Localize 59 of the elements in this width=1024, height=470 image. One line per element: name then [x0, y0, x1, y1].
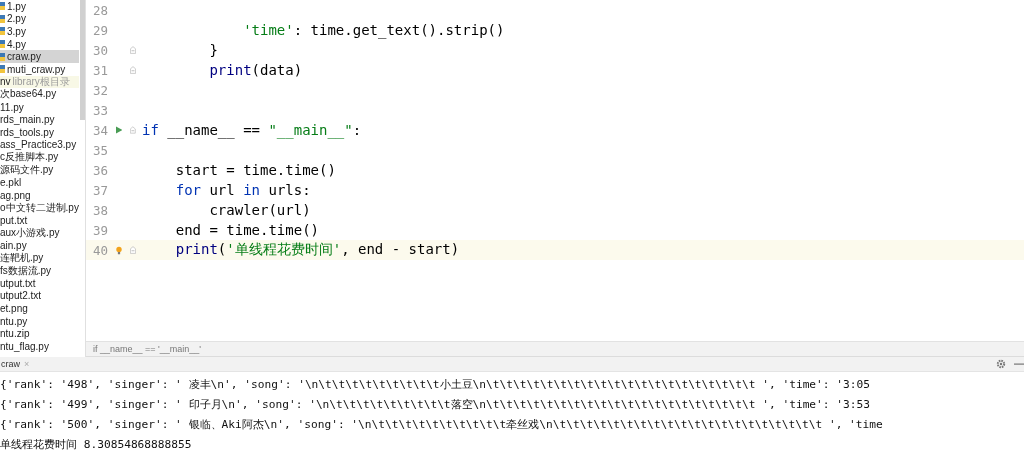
code-line: start = time.time()	[174, 162, 337, 178]
line-number: 33	[91, 102, 108, 118]
file-item[interactable]: ass_Practice3.py	[0, 138, 79, 152]
line-number: 35	[91, 142, 108, 158]
file-item[interactable]: et.png	[0, 302, 79, 315]
code-line: crawler(url)	[208, 202, 312, 218]
file-item[interactable]: e.pkl	[0, 176, 79, 189]
file-item[interactable]: 源码文件.py	[0, 163, 79, 177]
console-output-line: {'rank': '499', 'singer': ' 印子月\n', 'song': '\n\t\t\t\t\t\t\t\t\t落空\n\t\t\t\t\t\t\t\t\t\t\t\t\t\t\t\t\t\t\t\t ', 'time': '3:53	[0, 397, 871, 413]
line-number: 34	[91, 122, 108, 138]
file-item[interactable]: 连靶机.py	[0, 251, 79, 265]
line-number: 37	[91, 182, 108, 198]
line-number: 31	[91, 62, 108, 78]
file-item[interactable]: ntu.zip	[0, 327, 79, 341]
file-item[interactable]: utput.txt	[0, 277, 79, 290]
file-item[interactable]: c反推脚本.py	[0, 151, 79, 164]
file-item[interactable]: rds_main.py	[0, 113, 79, 126]
file-item[interactable]: ntu_flag.py	[0, 340, 79, 353]
line-number: 32	[91, 82, 108, 98]
tab-label: craw	[1, 359, 20, 369]
code-line: print('单线程花费时间', end - start)	[174, 241, 461, 259]
run-tab[interactable]: craw ×	[0, 359, 36, 369]
line-number: 28	[91, 2, 108, 18]
file-item[interactable]: nv library根目录	[0, 75, 79, 89]
line-number: 29	[91, 22, 108, 38]
file-item[interactable]: 4.py	[0, 37, 79, 51]
line-number: 30	[91, 42, 108, 58]
file-item[interactable]: muti_craw.py	[0, 62, 79, 76]
console-output-line: {'rank': '500', 'singer': ' 银临、Aki阿杰\n', 'song': '\n\t\t\t\t\t\t\t\t\t\t牵丝戏\n\t\t\t\t\t\t\t\t\t\t\t\t\t\t\t\t\t\t\t\t ', 'time	[0, 417, 884, 433]
file-item[interactable]: ntu.py	[0, 314, 79, 328]
code-line: }	[208, 42, 219, 58]
code-line: 'time': time.get_text().strip()	[242, 22, 506, 38]
code-line: print(data)	[208, 62, 304, 78]
line-number: 39	[91, 222, 108, 238]
line-number: 38	[91, 202, 108, 218]
console-output-line: {'rank': '498', 'singer': ' 凌丰\n', 'song': '\n\t\t\t\t\t\t\t\t\t小土豆\n\t\t\t\t\t\t\t\t\t\t\t\t\t\t\t\t\t\t\t\t ', 'time': '3:05	[0, 377, 871, 393]
file-item[interactable]: fs数据流.py	[0, 264, 79, 278]
folder-note: library根目录	[12, 75, 70, 89]
file-item[interactable]: 2.py	[0, 12, 79, 26]
file-item[interactable]: 1.py	[0, 0, 79, 13]
file-item[interactable]: put.txt	[0, 214, 79, 227]
code-line: end = time.time()	[174, 222, 320, 238]
line-number: 40	[91, 242, 108, 258]
file-item[interactable]: 次base64.py	[0, 88, 79, 101]
file-item[interactable]: ain.py	[0, 239, 79, 252]
breadcrumb[interactable]: if __name__ == '__main__'	[93, 344, 201, 354]
file-item[interactable]: o中文转二进制.py	[0, 201, 79, 215]
console-output-line: 单线程花费时间 8.30854868888855	[0, 437, 193, 453]
file-item[interactable]: ag.png	[0, 188, 79, 202]
file-item[interactable]: utput2.txt	[0, 289, 79, 303]
code-line: for url in urls:	[174, 182, 312, 198]
file-item[interactable]: 11.py	[0, 100, 79, 114]
file-item[interactable]: craw.py	[0, 50, 79, 63]
file-item[interactable]: 3.py	[0, 25, 79, 38]
folder-name: nv	[0, 76, 11, 88]
line-number: 36	[91, 162, 108, 178]
file-item[interactable]: rds_tools.py	[0, 125, 79, 139]
code-line: if __name__ == "__main__":	[142, 122, 363, 138]
file-item[interactable]: aux小游戏.py	[0, 226, 79, 240]
